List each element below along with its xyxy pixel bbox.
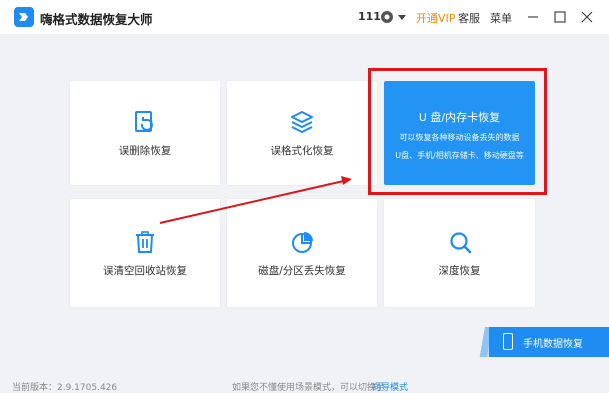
phone-recovery-label: 手机数据恢复 <box>523 339 583 350</box>
footer: 当前版本：2.9.1705.426 如果您不懂使用场景模式，可以切换至 向导模式 <box>0 380 609 393</box>
phone-icon <box>503 333 513 350</box>
wizard-mode-link[interactable]: 向导模式 <box>372 380 408 393</box>
version-text: 当前版本：2.9.1705.426 <box>12 383 118 393</box>
phone-recovery-button[interactable]: 手机数据恢复 <box>489 327 609 357</box>
mode-tip: 如果您不懂使用场景模式，可以切换至 <box>232 383 386 393</box>
